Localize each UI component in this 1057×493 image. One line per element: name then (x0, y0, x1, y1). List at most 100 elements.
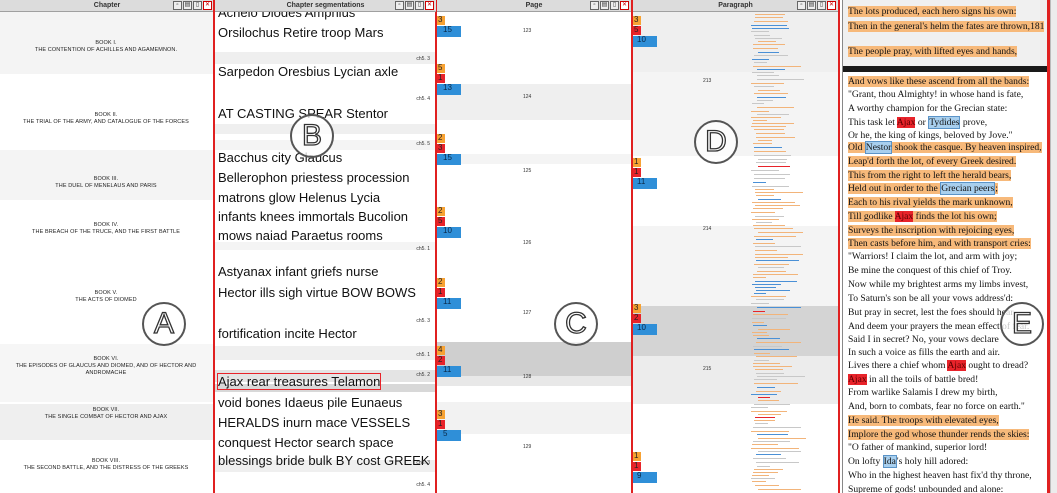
page-marker[interactable]: 3 (437, 16, 445, 25)
chapter-item[interactable]: BOOK IV. THE BREACH OF THE TRUCE, AND THE… (0, 222, 212, 236)
document-icon[interactable]: ▯ (610, 1, 619, 10)
page-marker[interactable]: 11 (437, 298, 461, 309)
close-icon[interactable]: ✕ (425, 1, 434, 10)
entity-highlight[interactable]: Ida (882, 455, 897, 468)
chapter-item[interactable]: BOOK VII. THE SINGLE COMBAT OF HECTOR AND… (0, 407, 212, 421)
text-line[interactable]: Old Nestor shook the casque. By heaven i… (848, 141, 1042, 154)
text-line[interactable]: This from the right to left the herald b… (848, 170, 1012, 182)
page-icon[interactable]: ▤ (183, 1, 192, 10)
text-line[interactable]: Leap'd forth the lot, of every Greek des… (848, 156, 1017, 168)
page-icon[interactable]: ▤ (405, 1, 414, 10)
chapter-item[interactable]: BOOK VI. THE EPISODES OF GLAUCUS AND DIOM… (0, 356, 212, 377)
page-marker[interactable]: 2 (437, 356, 445, 365)
segment-line[interactable]: conquest Hector search space (218, 435, 394, 450)
entity-ajax[interactable]: Ajax (894, 211, 914, 222)
text-line[interactable]: Ajax in all the toils of battle bred! (848, 374, 978, 386)
text-line[interactable]: Now while my brightest arms my limbs inv… (848, 279, 1028, 291)
close-icon[interactable]: ✕ (620, 1, 629, 10)
paragraph-marker[interactable]: 1 (633, 168, 641, 177)
text-line[interactable]: Lives there a chief whom Ajax ought to d… (848, 360, 1028, 372)
page-marker[interactable]: 13 (437, 84, 461, 95)
text-line[interactable]: Each to his rival yields the mark unknow… (848, 197, 1013, 209)
text-line[interactable]: But pray in secret, lest the foes should… (848, 307, 1013, 319)
entity-highlight[interactable]: Tydides (928, 116, 961, 129)
text-line[interactable]: To Saturn's son be all your vows address… (848, 293, 1013, 305)
page-marker[interactable]: 3 (437, 144, 445, 153)
page-marker[interactable]: 1 (437, 420, 445, 429)
text-line[interactable]: Be mine the conquest of this chief of Tr… (848, 265, 1012, 277)
text-line[interactable]: A worthy champion for the Grecian state: (848, 103, 1007, 115)
document-icon[interactable]: ▯ (817, 1, 826, 10)
segment-line[interactable]: HERALDS inurn mace VESSELS (218, 415, 410, 430)
segment-line[interactable]: matrons glow Helenus Lycia (218, 190, 380, 205)
text-line[interactable]: Held out in order to the Grecian peers; (848, 182, 998, 195)
paragraph-marker[interactable]: 3 (633, 304, 641, 313)
entity-ajax[interactable]: Ajax (947, 360, 967, 371)
segment-line[interactable]: Astyanax infant griefs nurse (218, 264, 378, 279)
page-marker[interactable]: 4 (437, 346, 445, 355)
page-marker[interactable]: 5 (437, 217, 445, 226)
document-icon[interactable]: ▯ (415, 1, 424, 10)
text-line[interactable]: From warlike Salamis I drew my birth, (848, 387, 997, 399)
page-marker[interactable]: 2 (437, 134, 445, 143)
page-marker[interactable]: 2 (437, 207, 445, 216)
scrollbar-track[interactable] (1050, 0, 1057, 493)
chapter-item[interactable]: BOOK V. THE ACTS OF DIOMED (0, 290, 212, 304)
text-line[interactable]: This task let Ajax or Tydides prove, (848, 116, 987, 129)
text-line[interactable]: Supreme of gods! unbounded and alone: (848, 484, 1003, 493)
segment-line[interactable]: infants knees immortals Bucolion (218, 209, 408, 224)
paragraph-marker[interactable]: 10 (633, 324, 657, 335)
segment-line[interactable]: Sarpedon Oresbius Lycian axle (218, 64, 398, 79)
text-line[interactable]: Implore the god whose thunder rends the … (848, 429, 1030, 441)
segment-line[interactable]: fortification incite Hector (218, 326, 357, 341)
text-line[interactable]: Surveys the inscription with rejoicing e… (848, 225, 1015, 237)
text-line[interactable]: Till godlike Ajax finds the lot his own; (848, 211, 997, 223)
segment-line[interactable]: Bellerophon priestess procession (218, 170, 410, 185)
entity-ajax[interactable]: Ajax (848, 374, 867, 385)
text-line[interactable]: On lofty Ida's holy hill adored: (848, 455, 968, 468)
paragraph-marker[interactable]: 5 (633, 26, 641, 35)
paragraph-marker[interactable]: 3 (633, 16, 641, 25)
text-line[interactable]: Said I in secret? No, your vows declare (848, 334, 999, 346)
text-line[interactable]: The people pray, with lifted eyes and ha… (848, 46, 1018, 58)
restore-icon[interactable]: ▫ (395, 1, 404, 10)
page-marker[interactable]: 11 (437, 366, 461, 377)
page-marker[interactable]: 1 (437, 74, 445, 83)
segment-line[interactable]: Orsilochus Retire troop Mars (218, 25, 383, 40)
entity-highlight[interactable]: Nestor (864, 141, 893, 154)
text-line[interactable]: The lots produced, each hero signs his o… (848, 6, 1017, 18)
segment-line[interactable]: blessings bride bulk BY cost GREEK (218, 453, 429, 468)
entity-ajax[interactable]: Ajax (896, 117, 916, 128)
text-line[interactable]: And vows like these ascend from all the … (848, 76, 1030, 88)
text-line[interactable]: He said. The troops with elevated eyes, (848, 415, 999, 427)
text-line[interactable]: Who in the highest heaven hast fix'd thy… (848, 470, 1032, 482)
page-marker[interactable]: 15 (437, 154, 461, 165)
page-marker[interactable]: 1 (437, 288, 445, 297)
segment-line[interactable]: Hector ills sigh virtue BOW BOWS (218, 285, 416, 300)
page-icon[interactable]: ▤ (600, 1, 609, 10)
chapter-item[interactable]: BOOK VIII. THE SECOND BATTLE, AND THE DIS… (0, 458, 212, 472)
text-line[interactable]: "O father of mankind, superior lord! (848, 442, 987, 454)
paragraph-marker[interactable]: 1 (633, 158, 641, 167)
segment-line[interactable]: Ajax rear treasures Telamon (216, 373, 382, 390)
text-line[interactable]: "Grant, thou Almighty! in whose hand is … (848, 89, 1023, 101)
page-marker[interactable]: 3 (437, 410, 445, 419)
page-marker[interactable]: 5 (437, 430, 461, 441)
close-icon[interactable]: ✕ (203, 1, 212, 10)
restore-icon[interactable]: ▫ (173, 1, 182, 10)
page-marker[interactable]: 5 (437, 64, 445, 73)
text-line[interactable]: And, born to combats, fear no force on e… (848, 401, 1025, 413)
close-icon[interactable]: ✕ (827, 1, 836, 10)
paragraph-marker[interactable]: 11 (633, 178, 657, 189)
paragraph-marker[interactable]: 10 (633, 36, 657, 47)
paragraph-marker[interactable]: 2 (633, 314, 641, 323)
entity-highlight[interactable]: Grecian peers (940, 182, 996, 195)
chapter-item[interactable]: BOOK I. THE CONTENTION OF ACHILLES AND AG… (0, 40, 212, 54)
page-icon[interactable]: ▤ (807, 1, 816, 10)
page-marker[interactable]: 15 (437, 26, 461, 37)
chapter-item[interactable]: BOOK III. THE DUEL OF MENELAUS AND PARIS (0, 176, 212, 190)
text-line[interactable]: "Warriors! I claim the lot, and arm with… (848, 251, 1017, 263)
document-icon[interactable]: ▯ (193, 1, 202, 10)
page-marker[interactable]: 2 (437, 278, 445, 287)
text-line[interactable]: Then casts before him, and with transpor… (848, 238, 1031, 250)
